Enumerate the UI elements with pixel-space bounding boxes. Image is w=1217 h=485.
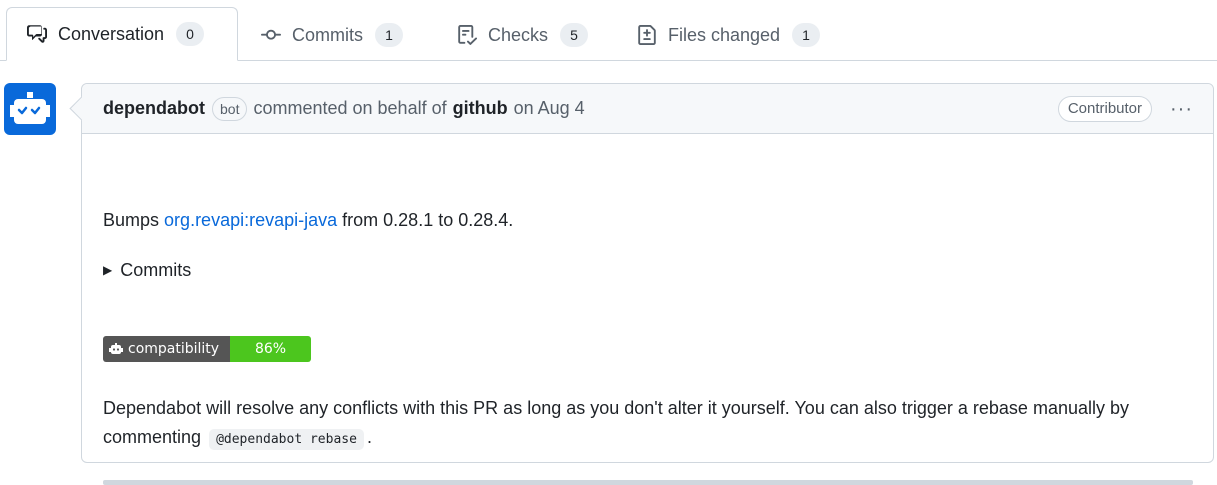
tab-counter: 0 [176,22,205,46]
divider [103,480,1193,485]
bumps-prefix: Bumps [103,210,160,230]
dependabot-icon [109,343,123,354]
paragraph-end: . [366,427,372,447]
pr-tab-bar: Conversation 0 Commits 1 Checks 5 Files … [0,0,1217,61]
comment-author[interactable]: dependabot [103,98,205,119]
file-diff-icon [636,24,658,46]
comment-org[interactable]: github [453,98,508,119]
comment-date[interactable]: on Aug 4 [514,98,585,119]
comment-discussion-icon [26,23,48,45]
tab-checks[interactable]: Checks 5 [456,8,589,62]
tab-conversation[interactable]: Conversation 0 [6,7,238,61]
timeline-comment: dependabot bot commented on behalf of gi… [81,83,1214,485]
badge-label-section: compatibility [103,336,230,362]
git-commit-icon [260,24,282,46]
badge-value: 86% [254,341,287,357]
tab-commits[interactable]: Commits 1 [260,8,403,62]
bot-label: bot [212,96,248,121]
bumps-suffix: from 0.28.1 to 0.28.4. [342,210,514,230]
commits-details-toggle[interactable]: ▶ Commits [103,260,191,281]
kebab-horizontal-icon[interactable]: ··· [1170,99,1193,119]
comment-action-text: commented on behalf of [253,98,447,118]
tab-counter: 1 [375,23,403,47]
badge-value-section: 86% [230,336,311,362]
rebase-command-code: @dependabot rebase [209,429,364,450]
comment-header-actions: Contributor ··· [1057,84,1193,134]
tab-label: Conversation [58,23,165,44]
bumps-line: Bumps org.revapi:revapi-java from 0.28.1… [103,210,513,231]
tab-counter: 1 [792,23,821,47]
tab-label: Checks [488,24,549,45]
package-link[interactable]: org.revapi:revapi-java [164,210,337,230]
tab-counter: 5 [560,23,589,47]
avatar[interactable] [4,83,56,135]
checklist-icon [456,24,478,46]
tab-files-changed[interactable]: Files changed 1 [636,8,821,62]
tab-label: Commits [292,24,363,45]
commits-toggle-label: Commits [120,260,192,280]
rebase-paragraph: Dependabot will resolve any conflicts wi… [103,394,1183,454]
dependabot-robot-icon [10,92,50,124]
badge-label: compatibility [128,341,220,357]
comment-header: dependabot bot commented on behalf of gi… [82,84,1213,134]
contributor-badge: Contributor [1057,96,1153,122]
triangle-right-icon: ▶ [103,263,113,277]
compatibility-badge[interactable]: compatibility 86% [103,336,311,362]
tab-label: Files changed [668,24,781,45]
